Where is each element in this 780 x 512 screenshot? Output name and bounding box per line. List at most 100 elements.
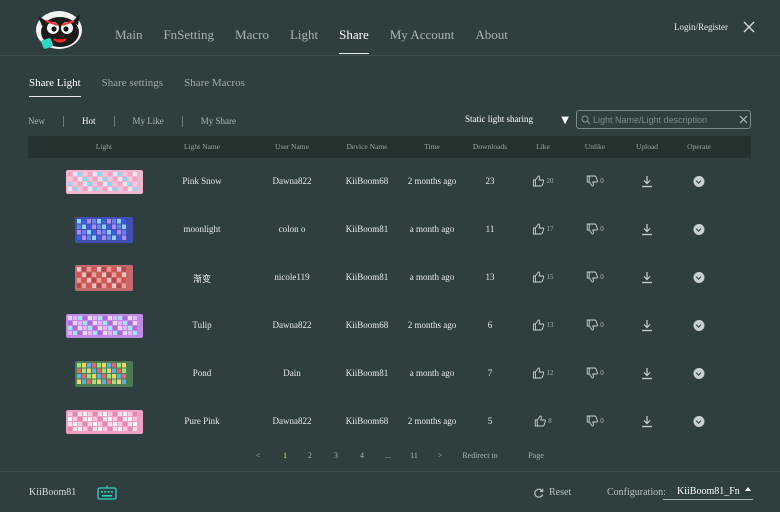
thumbs-up-icon: [533, 223, 545, 235]
downloads-cell: 5: [487, 416, 493, 426]
tab-share-settings[interactable]: Share settings: [102, 77, 163, 94]
unlike-count: 0: [600, 225, 604, 233]
reset-label: Reset: [549, 487, 572, 498]
like-count: 17: [546, 225, 554, 233]
col-header-operate: Operate: [687, 142, 711, 151]
unlike-button[interactable]: 0: [586, 367, 604, 379]
unlike-count: 0: [600, 273, 604, 281]
downloads-cell: 13: [485, 272, 495, 282]
user-name-cell: Dain: [283, 368, 301, 378]
filter-hot[interactable]: Hot: [82, 116, 96, 126]
expand-chevron-icon[interactable]: [693, 224, 705, 235]
device-name-cell: KiiBoom68: [345, 176, 389, 186]
unlike-count: 0: [600, 321, 604, 329]
table-row: Pond Dain KiiBoom81 a month ago 7 12 0: [28, 350, 751, 398]
next-page-button[interactable]: >: [438, 451, 443, 460]
download-icon[interactable]: [641, 415, 653, 433]
nav-about[interactable]: About: [475, 0, 508, 56]
thumbs-down-icon: [586, 271, 598, 283]
tab-share-light[interactable]: Share Light: [29, 77, 81, 97]
device-name-cell: KiiBoom68: [345, 320, 389, 330]
prev-page-button[interactable]: <: [256, 451, 261, 460]
light-preview-thumbnail[interactable]: [65, 410, 143, 434]
divider: [181, 115, 183, 127]
reset-button[interactable]: Reset: [534, 487, 571, 498]
unlike-button[interactable]: 0: [586, 175, 604, 187]
page-11-button[interactable]: 11: [410, 451, 418, 460]
unlike-button[interactable]: 0: [586, 319, 604, 331]
search-input[interactable]: [593, 112, 731, 127]
light-preview-thumbnail[interactable]: [75, 217, 133, 243]
col-header-device-name: Device Name: [346, 142, 388, 151]
expand-chevron-icon[interactable]: [693, 272, 705, 283]
device-name-cell: KiiBoom81: [345, 272, 389, 282]
nav-my-account[interactable]: My Account: [390, 0, 455, 56]
expand-chevron-icon[interactable]: [693, 176, 705, 187]
download-icon[interactable]: [641, 271, 653, 289]
caret-up-icon: [745, 487, 751, 491]
nav-macro[interactable]: Macro: [235, 0, 269, 56]
download-icon[interactable]: [641, 367, 653, 385]
reset-icon: [534, 488, 544, 498]
download-icon[interactable]: [641, 319, 653, 337]
unlike-button[interactable]: 0: [586, 415, 604, 427]
unlike-button[interactable]: 0: [586, 271, 604, 283]
configuration-select[interactable]: KiiBoom81_Fn: [663, 484, 753, 500]
like-button[interactable]: 20: [533, 175, 554, 187]
light-name-cell: Pink Snow: [182, 176, 222, 186]
col-header-unlike: Unlike: [584, 142, 606, 151]
nav-main[interactable]: Main: [115, 0, 142, 56]
page-2-button[interactable]: 2: [308, 451, 312, 460]
unlike-count: 0: [600, 417, 604, 425]
like-count: 12: [546, 369, 554, 377]
page-3-button[interactable]: 3: [334, 451, 338, 460]
clear-search-icon[interactable]: [739, 115, 748, 124]
unlike-button[interactable]: 0: [586, 223, 604, 235]
page-1-button[interactable]: 1: [283, 451, 287, 460]
like-button[interactable]: 17: [533, 223, 554, 235]
main-nav: Main FnSetting Macro Light Share My Acco…: [115, 0, 529, 56]
like-button[interactable]: 12: [533, 367, 554, 379]
tab-share-macros[interactable]: Share Macros: [184, 77, 245, 94]
downloads-cell: 23: [485, 176, 495, 186]
filter-my-like[interactable]: My Like: [133, 116, 164, 126]
redirect-label: Redirect to: [462, 451, 498, 460]
downloads-cell: 11: [485, 224, 495, 234]
expand-chevron-icon[interactable]: [693, 320, 705, 331]
light-preview-thumbnail[interactable]: [65, 170, 143, 194]
current-device-name: KiiBoom81: [29, 487, 77, 498]
user-name-cell: Dawna822: [272, 176, 312, 186]
nav-share[interactable]: Share: [339, 0, 369, 56]
expand-chevron-icon[interactable]: [693, 416, 705, 427]
thumbs-down-icon: [586, 415, 598, 427]
table-row: Tulip Dawna822 KiiBoom68 2 months ago 6 13 0: [28, 302, 751, 350]
like-count: 8: [548, 417, 552, 425]
like-button[interactable]: 15: [533, 271, 554, 283]
light-preview-thumbnail[interactable]: [75, 265, 133, 291]
light-preview-thumbnail[interactable]: [65, 314, 143, 338]
page-jump-input[interactable]: Page: [528, 451, 544, 460]
search-box: [576, 110, 751, 129]
download-icon[interactable]: [641, 175, 653, 193]
close-icon[interactable]: [740, 18, 758, 36]
table-row: Pink Snow Dawna822 KiiBoom68 2 months ago 23…: [28, 158, 751, 206]
login-register-link[interactable]: Login/Register: [674, 22, 728, 32]
thumbs-down-icon: [586, 319, 598, 331]
expand-chevron-icon[interactable]: [693, 368, 705, 379]
light-preview-thumbnail[interactable]: [75, 361, 133, 387]
table-row: moonlight colon o KiiBoom81 a month ago 11 17…: [28, 206, 751, 254]
filter-new[interactable]: New: [28, 116, 45, 126]
configuration-label: Configuration:: [607, 487, 666, 498]
download-icon[interactable]: [641, 223, 653, 241]
keyboard-icon[interactable]: [97, 485, 117, 505]
like-button[interactable]: 8: [534, 415, 552, 427]
page-4-button[interactable]: 4: [360, 451, 364, 460]
sharing-type-dropdown[interactable]: Static light sharing ▼: [465, 114, 569, 128]
nav-fnsetting[interactable]: FnSetting: [163, 0, 214, 56]
light-name-cell: 渐变: [192, 274, 212, 284]
like-button[interactable]: 13: [533, 319, 554, 331]
nav-light[interactable]: Light: [290, 0, 318, 56]
device-name-cell: KiiBoom81: [345, 368, 389, 378]
col-header-user-name: User Name: [275, 142, 309, 151]
filter-my-share[interactable]: My Share: [201, 116, 236, 126]
